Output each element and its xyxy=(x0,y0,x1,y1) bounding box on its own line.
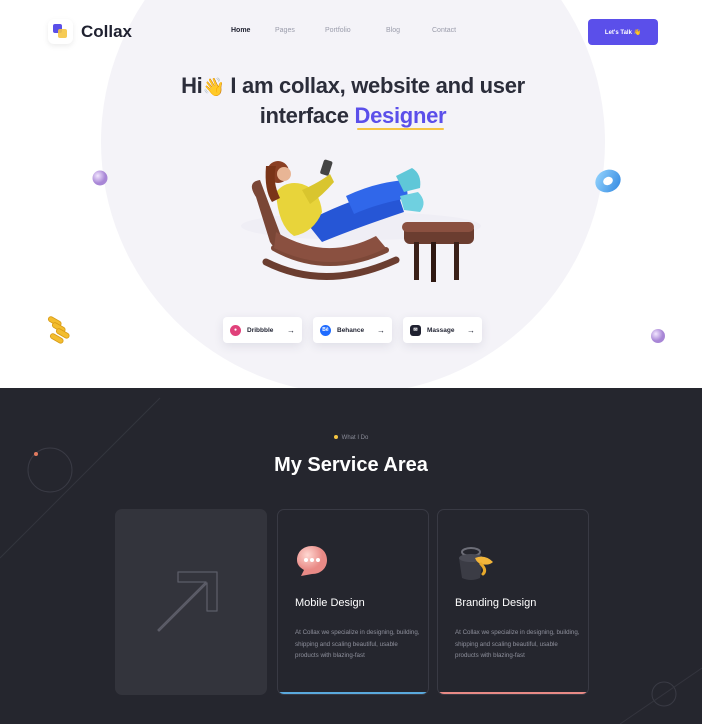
arrow-right-icon: → xyxy=(287,325,295,335)
message-link[interactable]: ✉ Massage → xyxy=(403,317,482,343)
blue-torus-icon xyxy=(595,169,621,193)
headline-line2-prefix: interface xyxy=(259,103,349,128)
behance-label: Behance xyxy=(337,326,365,334)
hero-illustration xyxy=(241,159,481,282)
services-title: My Service Area xyxy=(274,454,428,476)
behance-link[interactable]: Bē Behance → xyxy=(313,317,392,343)
service-card-featured[interactable] xyxy=(115,509,267,695)
headline-line1: I am collax, website and user xyxy=(230,73,525,98)
arrow-right-icon: → xyxy=(467,325,475,335)
dribbble-label: Dribbble xyxy=(247,326,274,334)
service-card-branding-design[interactable]: Branding Design At Collax we specialize … xyxy=(437,509,589,695)
headline-hi: Hi xyxy=(181,73,203,98)
service-card-mobile-design[interactable]: Mobile Design At Collax we specialize in… xyxy=(277,509,429,695)
lets-talk-button[interactable]: Let's Talk 👋 xyxy=(588,19,658,45)
dribbble-link[interactable]: ● Dribbble → xyxy=(223,317,302,343)
card-title: Mobile Design xyxy=(295,597,365,609)
nav-item-home[interactable]: Home xyxy=(231,27,250,34)
nav-item-blog[interactable]: Blog xyxy=(386,27,400,34)
card-accent-bar xyxy=(278,692,428,694)
card-description: At Collax we specialize in designing, bu… xyxy=(295,629,420,659)
message-icon: ✉ xyxy=(410,324,421,336)
paint-bucket-icon xyxy=(459,547,493,580)
purple-sphere-icon xyxy=(92,170,108,186)
card-accent-bar xyxy=(438,692,588,694)
tagline-dot-icon xyxy=(333,435,338,440)
hero-section: Collax Home Pages Portfolio Blog Contact… xyxy=(0,0,702,388)
nav-item-portfolio[interactable]: Portfolio xyxy=(325,27,351,34)
yellow-spring-icon xyxy=(47,316,70,344)
message-label: Massage xyxy=(427,326,455,334)
card-description: At Collax we specialize in designing, bu… xyxy=(455,629,580,659)
behance-icon: Bē xyxy=(320,324,331,336)
dribbble-icon: ● xyxy=(230,324,241,336)
card-title: Branding Design xyxy=(455,597,537,609)
nav-item-pages[interactable]: Pages xyxy=(275,27,295,34)
hero-headline: Hi👋 I am collax, website and user interf… xyxy=(120,72,586,130)
arrow-up-right-icon xyxy=(157,571,218,632)
arrow-right-icon: → xyxy=(377,325,385,335)
headline-highlight: Designer xyxy=(354,103,447,130)
services-tagline: What I Do xyxy=(0,435,702,441)
services-section: What I Do My Service Area Mobile Design … xyxy=(0,388,702,724)
nav-item-contact[interactable]: Contact xyxy=(432,27,456,34)
wave-emoji-icon: 👋 xyxy=(202,77,225,98)
chat-bubble-icon xyxy=(297,546,327,576)
purple-sphere-small-icon xyxy=(651,329,665,343)
highlight-underline xyxy=(356,128,445,130)
